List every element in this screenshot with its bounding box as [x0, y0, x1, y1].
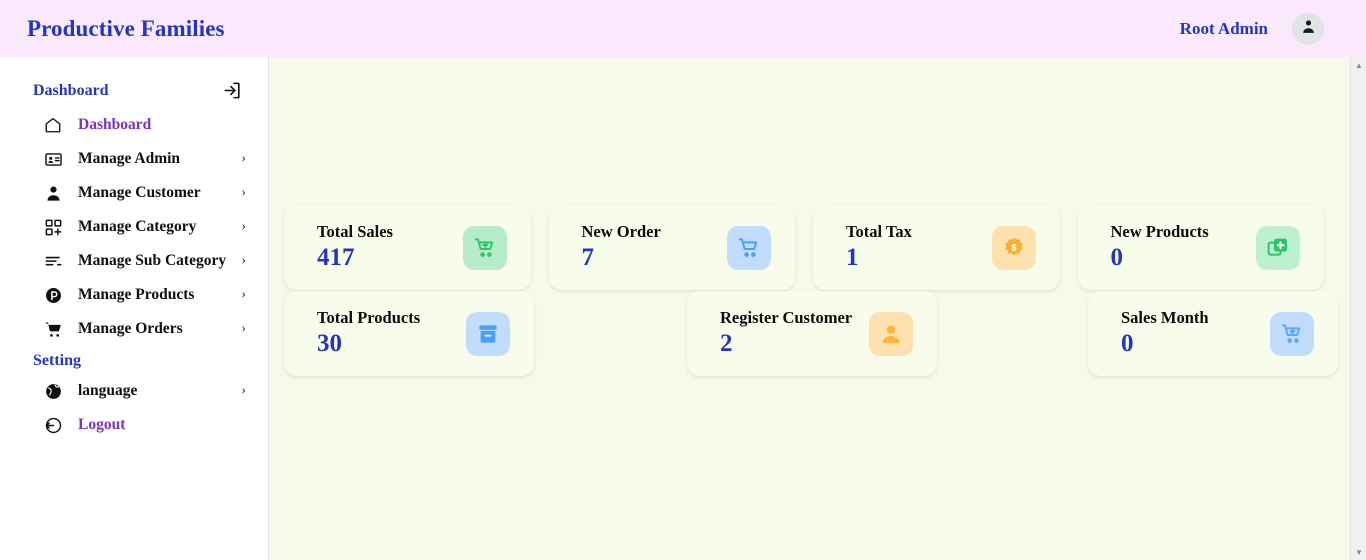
sidebar-item-manage-orders[interactable]: Manage Orders ›	[0, 312, 268, 346]
sidebar-item-manage-category[interactable]: Manage Category ›	[0, 210, 268, 244]
card-text-group: New Products 0	[1111, 222, 1209, 274]
cart-plus-icon	[462, 225, 507, 270]
sidebar-item-label: language	[78, 382, 138, 399]
list-icon	[42, 250, 64, 272]
stat-card-total-products[interactable]: Total Products 30	[284, 291, 534, 376]
card-text-group: Register Customer 2	[720, 308, 852, 360]
chevron-right-icon: ›	[241, 151, 246, 166]
cart-download-icon	[1270, 311, 1314, 356]
sidebar-header: Dashboard	[0, 81, 268, 100]
scrollbar-thumb[interactable]	[1352, 74, 1366, 542]
scrollbar-down-arrow[interactable]: ▼	[1351, 544, 1366, 560]
card-text-group: New Order 7	[582, 222, 661, 274]
user-filled-icon	[869, 311, 913, 356]
card-value: 1	[846, 244, 859, 272]
collapse-sidebar-icon[interactable]	[223, 81, 242, 100]
stat-card-row-1: Total Sales 417 New Order 7 Total Tax 1 …	[284, 205, 1324, 290]
dollar-badge-icon: $	[991, 225, 1036, 270]
add-layers-icon	[1256, 225, 1300, 270]
stat-card-register-customer[interactable]: Register Customer 2	[687, 291, 937, 376]
stat-card-total-sales[interactable]: Total Sales 417	[284, 205, 531, 290]
card-title: New Products	[1110, 221, 1209, 241]
scrollbar-up-arrow[interactable]: ▲	[1351, 57, 1366, 73]
card-title: Total Products	[317, 307, 421, 327]
chevron-right-icon: ›	[241, 383, 246, 398]
card-text-group: Sales Month 0	[1121, 308, 1209, 360]
chevron-right-icon: ›	[241, 287, 246, 302]
card-value: 0	[1110, 244, 1124, 272]
p-circle-icon	[42, 284, 64, 306]
sidebar-title: Dashboard	[33, 81, 109, 99]
user-avatar-button[interactable]	[1292, 12, 1324, 45]
card-text-group: Total Tax 1	[846, 222, 912, 274]
card-title: Total Tax	[846, 221, 912, 241]
logout-icon	[42, 414, 64, 436]
chevron-right-icon: ›	[241, 219, 246, 234]
stat-card-new-order[interactable]: New Order 7	[548, 205, 795, 290]
chevron-right-icon: ›	[241, 321, 246, 336]
app-brand-title: Productive Families	[27, 15, 225, 41]
card-value: 30	[317, 330, 342, 358]
card-title: Total Sales	[317, 221, 393, 241]
sidebar-item-language[interactable]: language ›	[0, 374, 268, 408]
svg-text:$: $	[1011, 242, 1017, 253]
home-icon	[42, 114, 64, 136]
sidebar-section-setting: Setting	[33, 352, 81, 369]
sidebar-item-dashboard[interactable]: Dashboard	[0, 108, 268, 142]
sidebar-item-label: Dashboard	[78, 116, 152, 133]
current-user-name[interactable]: Root Admin	[1180, 19, 1268, 39]
card-text-group: Total Sales 417	[317, 222, 393, 274]
card-value: 0	[1121, 330, 1134, 358]
sidebar-item-manage-admin[interactable]: Manage Admin ›	[0, 142, 268, 176]
sidebar-item-label: Manage Customer	[78, 184, 201, 201]
stat-card-new-products[interactable]: New Products 0	[1077, 205, 1324, 290]
stat-card-row-2: Total Products 30 Register Customer 2 Sa…	[284, 291, 1338, 376]
sidebar-item-manage-sub-category[interactable]: Manage Sub Category ›	[0, 244, 268, 278]
chevron-right-icon: ›	[241, 253, 246, 268]
card-title: New Order	[581, 221, 661, 241]
cart-icon	[727, 225, 771, 270]
header-right-group: Root Admin	[1180, 12, 1324, 45]
sidebar-item-label: Manage Orders	[78, 320, 183, 337]
card-text-group: Total Products 30	[317, 308, 420, 360]
top-header-bar: Productive Families Root Admin	[0, 0, 1366, 57]
sidebar-item-label: Manage Products	[78, 286, 195, 303]
person-icon	[42, 182, 64, 204]
cart-icon	[42, 318, 64, 340]
sidebar-nav: Dashboard Dashboard Manage Admin › Manag…	[0, 57, 269, 560]
sidebar-item-label: Manage Category	[78, 218, 197, 235]
card-value: 417	[317, 244, 355, 272]
id-card-icon	[42, 148, 64, 170]
sidebar-item-logout[interactable]: Logout	[0, 408, 268, 442]
page-scrollbar[interactable]: ▲ ▼	[1350, 57, 1366, 560]
dashboard-content: Total Sales 417 New Order 7 Total Tax 1 …	[269, 57, 1350, 560]
globe-icon	[42, 380, 64, 402]
card-value: 7	[581, 244, 595, 272]
sidebar-item-manage-customer[interactable]: Manage Customer ›	[0, 176, 268, 210]
sidebar-item-label: Manage Admin	[78, 150, 181, 167]
user-avatar-icon	[1300, 18, 1317, 40]
card-title: Register Customer	[720, 307, 853, 327]
sidebar-item-label: Manage Sub Category	[78, 252, 227, 269]
stat-card-sales-month[interactable]: Sales Month 0	[1088, 291, 1338, 376]
grid-plus-icon	[42, 216, 64, 238]
card-title: Sales Month	[1121, 307, 1209, 327]
stat-card-total-tax[interactable]: Total Tax 1 $	[813, 205, 1060, 290]
archive-box-icon	[466, 311, 510, 356]
sidebar-item-label: Logout	[78, 416, 126, 433]
sidebar-item-manage-products[interactable]: Manage Products ›	[0, 278, 268, 312]
chevron-right-icon: ›	[241, 185, 246, 200]
card-value: 2	[720, 330, 733, 358]
